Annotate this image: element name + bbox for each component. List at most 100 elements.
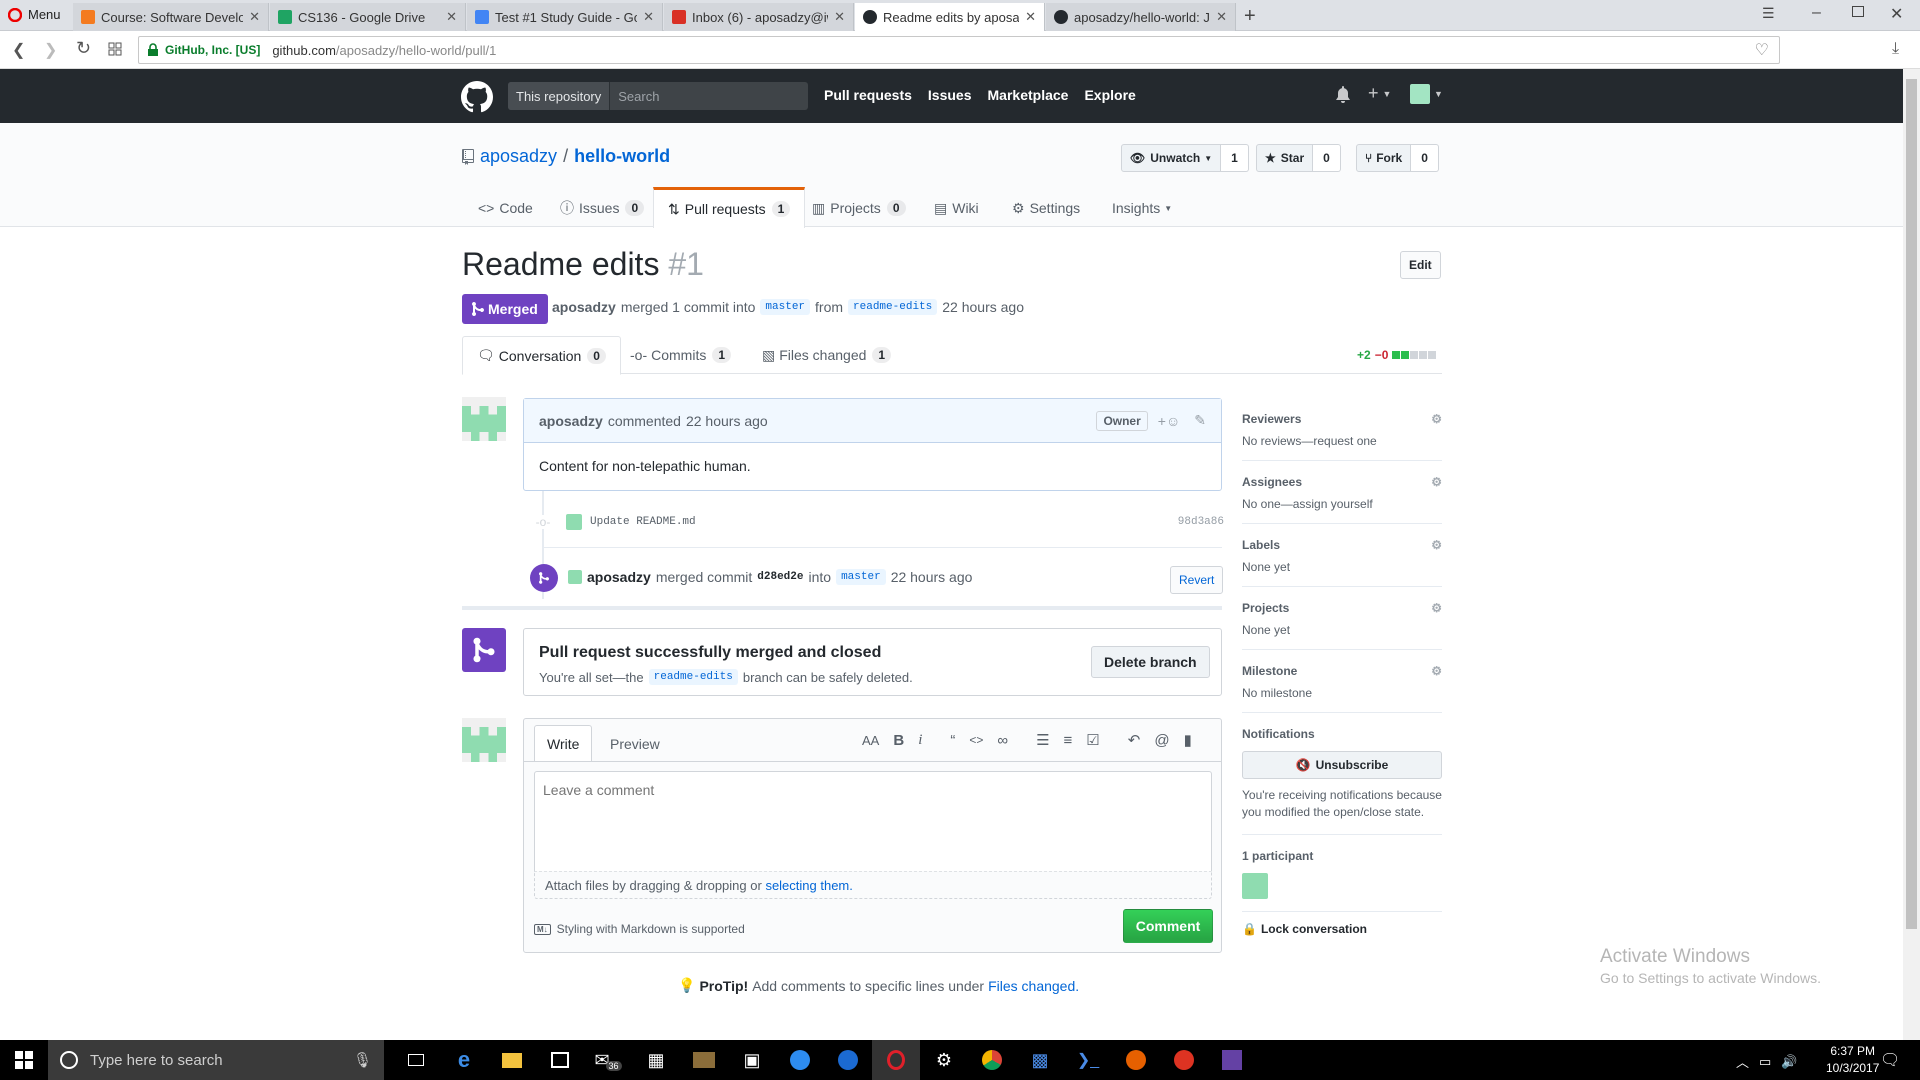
bookmark-icon[interactable]: ▮ [1184,731,1192,749]
powershell-icon[interactable]: ❯_ [1064,1040,1112,1080]
tab-projects[interactable]: ▥ Projects 0 [798,189,920,227]
tab-insights[interactable]: Insights ▼ [1098,189,1186,227]
task-view-icon[interactable] [392,1040,440,1080]
gear-icon[interactable]: ⚙ [1431,664,1442,678]
app-icon[interactable]: ▩ [1016,1040,1064,1080]
forks-count[interactable]: 0 [1411,144,1439,172]
revert-button[interactable]: Revert [1170,566,1224,594]
app-icon[interactable] [680,1040,728,1080]
show-hidden-icons-icon[interactable]: ︿ [1736,1052,1749,1071]
reply-icon[interactable]: ↶ [1128,731,1141,749]
fork-button[interactable]: ⑂ Fork [1356,144,1412,172]
app-icon[interactable] [824,1040,872,1080]
browser-tab-course[interactable]: Course: Software Develop ✕ [73,3,269,31]
bold-icon[interactable]: B [893,732,904,749]
browser-tab-docs[interactable]: Test #1 Study Guide - Goo ✕ [467,3,663,31]
watchers-count[interactable]: 1 [1221,144,1249,172]
current-user-avatar[interactable] [462,718,506,762]
assignees-title[interactable]: Assignees [1242,475,1302,489]
edge-browser-icon[interactable]: e [440,1040,488,1080]
close-tab-icon[interactable]: ✕ [1025,9,1036,25]
tab-issues[interactable]: ⓘ Issues 0 [546,189,658,227]
stargazers-count[interactable]: 0 [1313,144,1341,172]
labels-title[interactable]: Labels [1242,538,1280,552]
gear-icon[interactable]: ⚙ [1431,412,1442,426]
link-icon[interactable]: ∞ [997,732,1008,749]
tab-commits[interactable]: -o- Commits 1 [616,336,745,374]
notifications-bell-icon[interactable] [1335,86,1351,104]
milestone-title[interactable]: Milestone [1242,664,1297,678]
tab-menu-icon[interactable]: ☰ [1762,5,1775,22]
comment-time-link[interactable]: 22 hours ago [686,413,768,429]
comment-textarea[interactable] [534,771,1212,871]
network-icon[interactable]: ▭ [1759,1054,1771,1070]
nav-explore[interactable]: Explore [1084,87,1135,103]
close-tab-icon[interactable]: ✕ [1216,9,1227,25]
tab-preview[interactable]: Preview [598,725,672,762]
gear-icon[interactable]: ⚙ [1431,475,1442,489]
download-icon[interactable]: ⤓ [1892,40,1899,58]
gear-icon[interactable]: ⚙ [1431,601,1442,615]
tab-code[interactable]: <> Code [464,189,547,227]
mention-icon[interactable]: @ [1154,732,1169,749]
ordered-list-icon[interactable]: ≡ [1064,732,1073,749]
text-size-icon[interactable]: AA [862,733,879,748]
taskbar-search-box[interactable]: Type here to search 🎙 [48,1040,384,1080]
gear-icon[interactable]: ⚙ [1431,538,1442,552]
calendar-icon[interactable]: ▦ [632,1040,680,1080]
markdown-note-text[interactable]: Styling with Markdown is supported [557,922,745,936]
close-tab-icon[interactable]: ✕ [643,9,654,25]
microphone-icon[interactable]: 🎙 [353,1051,372,1069]
close-window-icon[interactable]: ✕ [1890,4,1903,24]
add-reaction-button[interactable]: +☺ [1158,413,1180,429]
browser-tab-repo[interactable]: aposadzy/hello-world: Jus ✕ [1046,3,1236,31]
user-menu-dropdown[interactable]: ▼ [1410,84,1443,104]
url-field[interactable]: GitHub, Inc. [US] github.com/aposadzy/he… [138,36,1780,64]
merge-commit-sha[interactable]: d28ed2e [757,571,803,583]
commit-sha-link[interactable]: 98d3a86 [1178,516,1224,528]
star-button[interactable]: ★ Star [1256,144,1314,172]
file-explorer-icon[interactable] [488,1040,536,1080]
participant-avatar[interactable] [1242,872,1268,899]
opera-taskbar-icon[interactable] [872,1040,920,1080]
pr-author-link[interactable]: aposadzy [552,299,616,315]
tab-settings[interactable]: ⚙ Settings [998,189,1094,227]
close-tab-icon[interactable]: ✕ [834,9,845,25]
task-list-icon[interactable]: ☑ [1086,731,1099,749]
nav-issues[interactable]: Issues [928,87,972,103]
unsubscribe-button[interactable]: 🔇 Unsubscribe [1242,751,1442,779]
merger-link[interactable]: aposadzy [587,569,651,585]
app-icon[interactable] [1160,1040,1208,1080]
mail-app-icon[interactable]: ✉ 36 [584,1040,632,1080]
quote-icon[interactable]: “ [950,732,955,749]
clock[interactable]: 6:37 PM 10/3/2017 [1826,1043,1879,1077]
forward-icon[interactable]: ❯ [44,40,57,60]
opera-menu-button[interactable]: Menu [8,7,61,22]
search-input[interactable] [610,88,808,104]
assignees-value[interactable]: No one—assign yourself [1242,497,1442,511]
repo-owner-link[interactable]: aposadzy [480,146,557,167]
close-tab-icon[interactable]: ✕ [249,9,260,25]
chrome-icon[interactable] [968,1040,1016,1080]
page-scrollbar[interactable] [1903,69,1920,1040]
commenter-avatar[interactable] [462,397,506,441]
tab-files-changed[interactable]: ▧ Files changed 1 [748,336,905,374]
merger-avatar[interactable] [568,570,582,584]
steam-icon[interactable]: ⚙ [920,1040,968,1080]
back-icon[interactable]: ❮ [12,40,25,60]
reviewers-value[interactable]: No reviews—request one [1242,434,1442,448]
reviewers-title[interactable]: Reviewers [1242,412,1301,426]
browser-tab-gmail[interactable]: Inbox (6) - aposadzy@iw ✕ [664,3,854,31]
tab-conversation[interactable]: 🗨 Conversation 0 [462,336,621,375]
code-icon[interactable]: <> [969,733,983,747]
select-files-link[interactable]: selecting them. [765,878,852,893]
restore-window-icon[interactable] [1852,6,1864,17]
merge-target-branch[interactable]: master [836,569,886,585]
new-tab-icon[interactable]: + [1244,5,1256,28]
scrollbar-thumb[interactable] [1906,79,1917,929]
commit-message-link[interactable]: Update README.md [590,516,696,528]
commit-author-avatar[interactable] [566,514,582,530]
tab-write[interactable]: Write [534,725,593,762]
photos-icon[interactable]: ▣ [728,1040,776,1080]
edit-pencil-icon[interactable]: ✎ [1194,412,1206,429]
